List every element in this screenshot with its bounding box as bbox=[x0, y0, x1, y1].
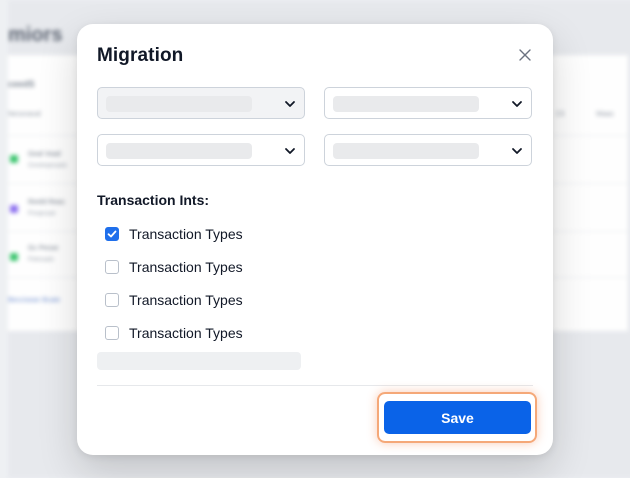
checkbox-unchecked[interactable] bbox=[105, 293, 119, 307]
background-row-dot bbox=[10, 253, 18, 261]
transaction-option-4[interactable]: Transaction Types bbox=[105, 323, 243, 343]
chevron-down-icon bbox=[512, 101, 522, 107]
background-column-header: Cli bbox=[556, 111, 565, 118]
transaction-ints-label: Transaction Ints: bbox=[97, 192, 210, 208]
skeleton-placeholder bbox=[97, 352, 301, 370]
select-dropdown-4[interactable] bbox=[324, 134, 532, 166]
background-row-dot bbox=[10, 205, 18, 213]
select-value-placeholder bbox=[106, 143, 252, 159]
background-column-header: Waas bbox=[596, 111, 614, 118]
background-row-title: Reeld Reas bbox=[28, 199, 65, 206]
checkbox-unchecked[interactable] bbox=[105, 326, 119, 340]
close-icon bbox=[519, 49, 531, 61]
transaction-option-3[interactable]: Transaction Types bbox=[105, 290, 243, 310]
background-row-subtitle: Preqesaat bbox=[28, 211, 56, 217]
chevron-down-icon bbox=[512, 148, 522, 154]
migration-modal: Migration Transaction Ints: Transaction … bbox=[77, 24, 553, 455]
chevron-down-icon bbox=[285, 101, 295, 107]
chevron-down-icon bbox=[285, 148, 295, 154]
background-row-dot bbox=[10, 155, 18, 163]
background-row-title: Geal Voad bbox=[28, 151, 61, 158]
save-button[interactable]: Save bbox=[384, 401, 531, 434]
transaction-option-2[interactable]: Transaction Types bbox=[105, 257, 243, 277]
checkmark-icon bbox=[107, 230, 117, 238]
select-value-placeholder bbox=[106, 96, 252, 112]
footer-divider bbox=[97, 385, 533, 386]
checkbox-unchecked[interactable] bbox=[105, 260, 119, 274]
background-row-subtitle: Greeleqesaats bbox=[28, 163, 68, 169]
select-dropdown-3[interactable] bbox=[97, 134, 305, 166]
option-label: Transaction Types bbox=[129, 226, 243, 242]
close-button[interactable] bbox=[516, 46, 534, 64]
modal-title: Migration bbox=[97, 45, 184, 66]
option-label: Transaction Types bbox=[129, 325, 243, 341]
checkbox-checked[interactable] bbox=[105, 227, 119, 241]
option-label: Transaction Types bbox=[129, 259, 243, 275]
background-link: Beccisean Bcate bbox=[8, 297, 61, 304]
background-row-subtitle: Pelesaals bbox=[28, 257, 55, 263]
option-label: Transaction Types bbox=[129, 292, 243, 308]
background-section-label: ceedS bbox=[8, 79, 35, 89]
background-column-header: Nessnaval bbox=[8, 111, 41, 118]
select-dropdown-1[interactable] bbox=[97, 87, 305, 119]
select-value-placeholder bbox=[333, 96, 479, 112]
background-row-title: Gc Pesse bbox=[28, 245, 59, 252]
transaction-option-1[interactable]: Transaction Types bbox=[105, 224, 243, 244]
background-page-title: miors bbox=[8, 24, 63, 46]
select-value-placeholder bbox=[333, 143, 479, 159]
select-dropdown-2[interactable] bbox=[324, 87, 532, 119]
